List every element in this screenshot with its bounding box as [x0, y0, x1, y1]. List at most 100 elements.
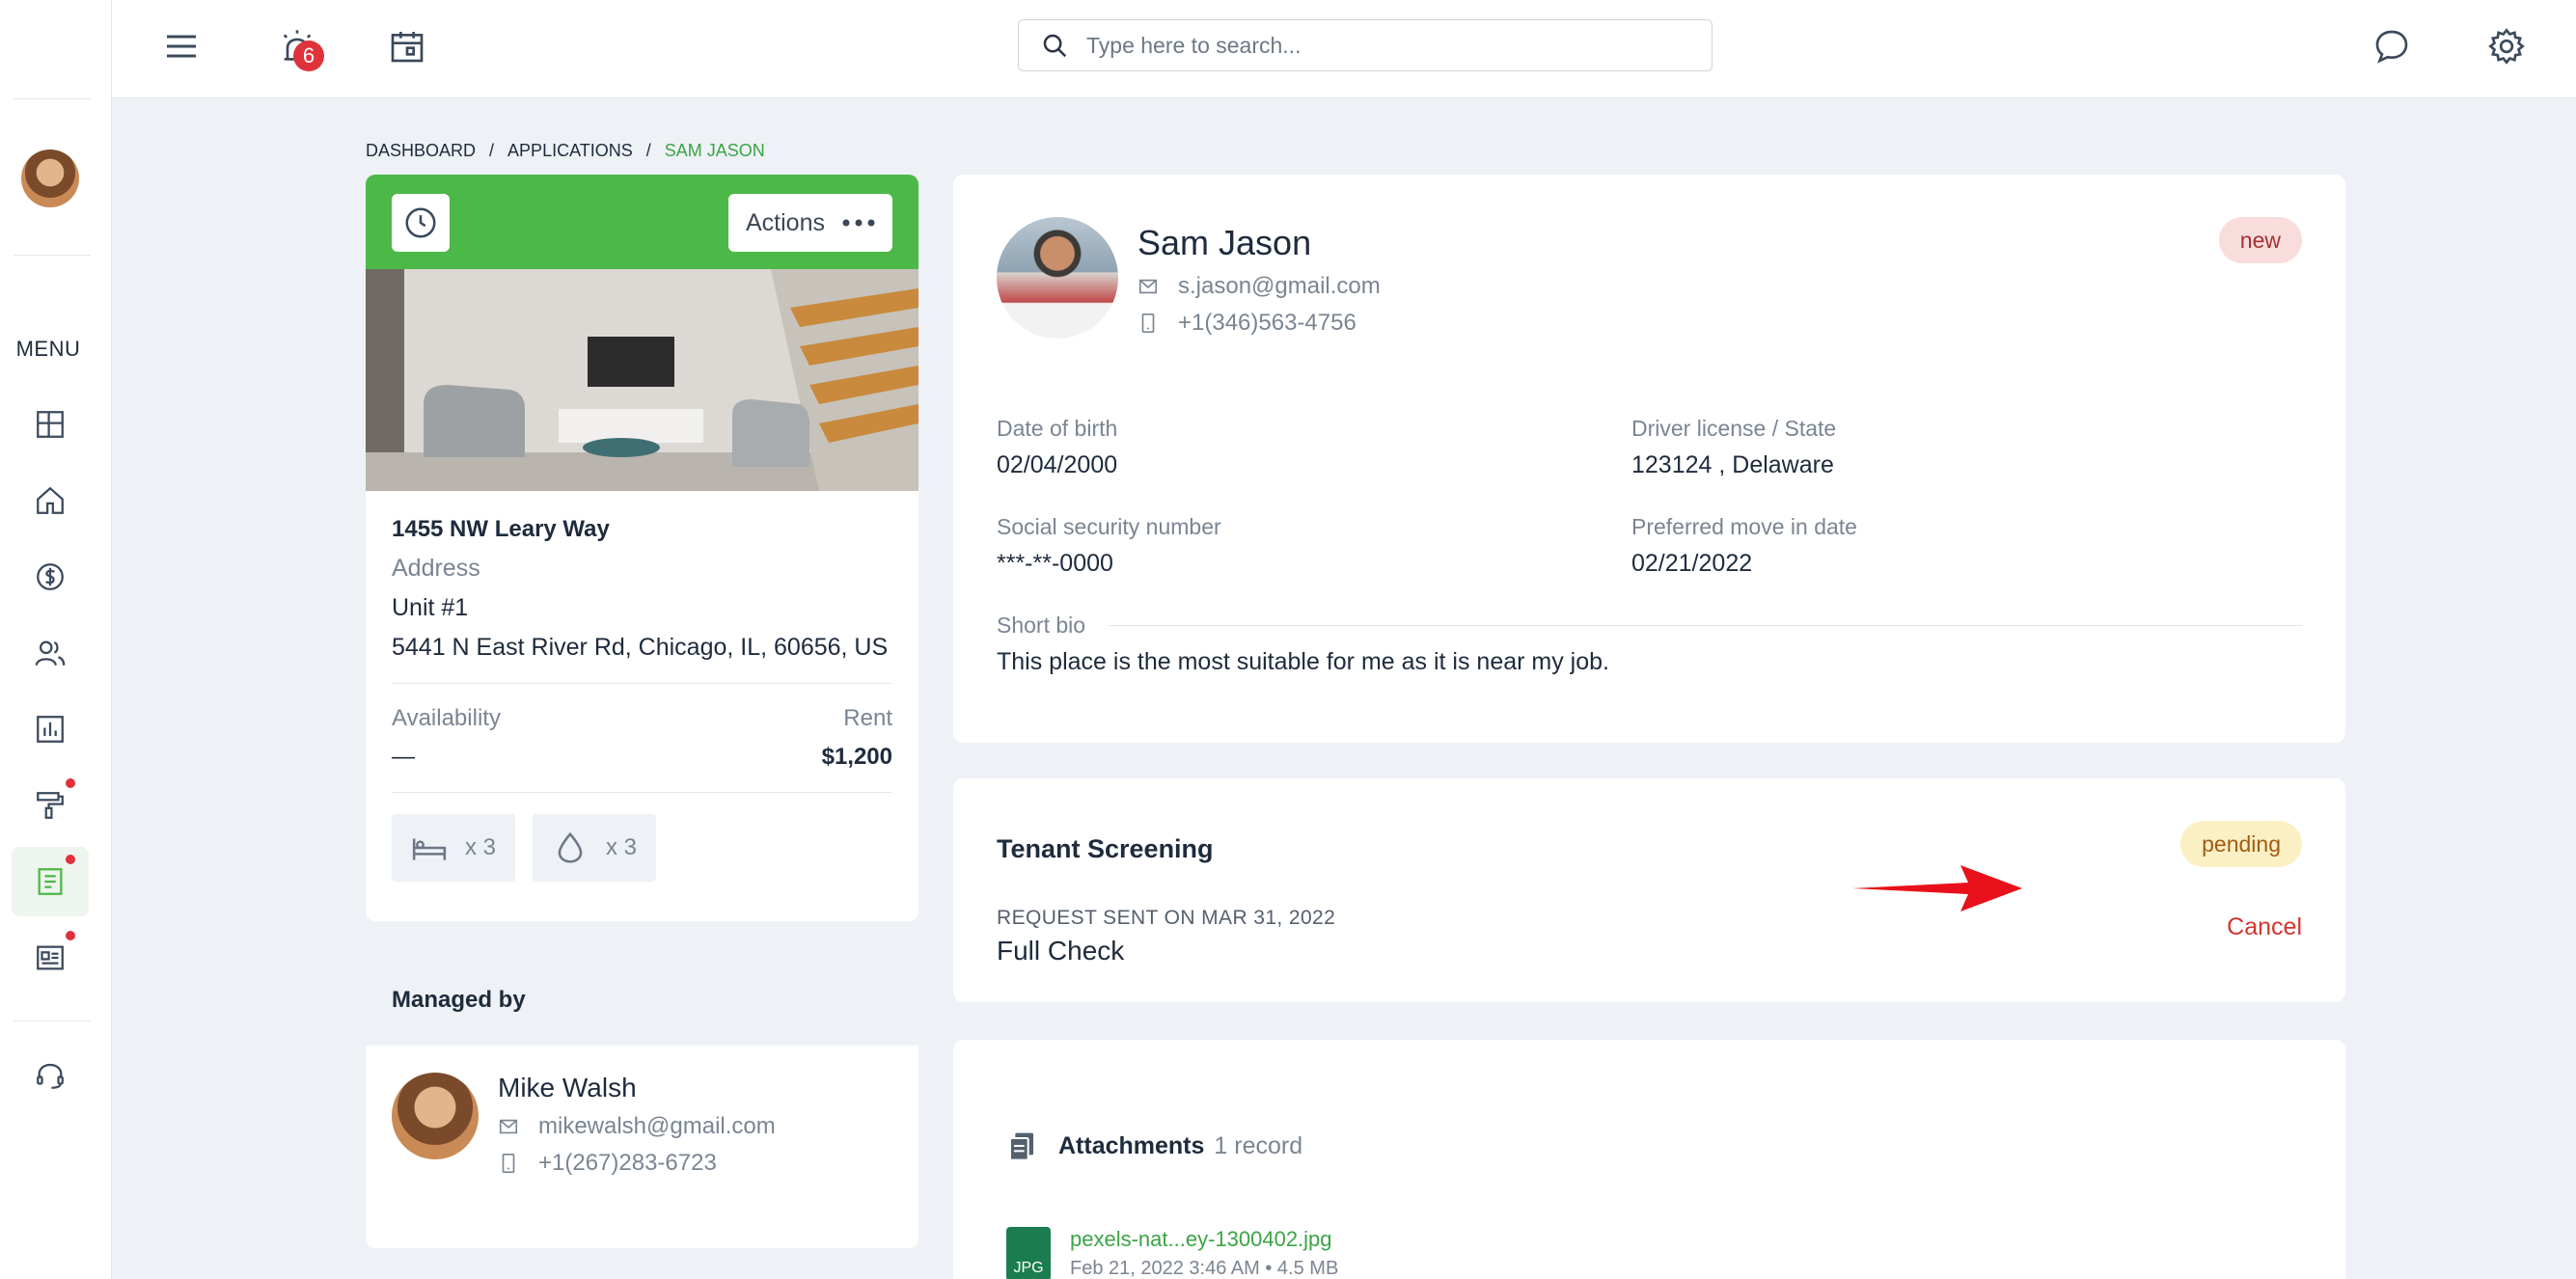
applicant-photo: [997, 217, 1118, 339]
bedrooms-chip: x 3: [392, 814, 516, 882]
manager-email[interactable]: mikewalsh@gmail.com: [498, 1113, 776, 1140]
notification-dot: [66, 778, 75, 788]
settings-button[interactable]: [2480, 19, 2534, 73]
chart-icon: [37, 716, 64, 743]
amenity-chips: x 3 x 3: [392, 814, 892, 882]
attachments-card: Attachments 1 record JPG pexels-nat...ey…: [953, 1040, 2345, 1279]
applicant-email[interactable]: s.jason@gmail.com: [1137, 273, 1381, 300]
breadcrumb-applications[interactable]: APPLICATIONS: [507, 141, 633, 161]
rent-label: Rent: [843, 705, 892, 731]
users-icon: [35, 640, 66, 667]
screening-title: Tenant Screening: [997, 834, 1214, 863]
unit-number: Unit #1: [392, 594, 469, 621]
attachment-file-name[interactable]: pexels-nat...ey-1300402.jpg: [1070, 1227, 1338, 1252]
sidebar-divider: [14, 255, 91, 256]
sidebar-item-payments[interactable]: [12, 542, 89, 612]
search-input[interactable]: [1086, 32, 1665, 59]
sidebar-item-dashboard[interactable]: [12, 390, 89, 459]
request-sent-date: REQUEST SENT ON MAR 31, 2022: [997, 907, 1336, 929]
user-avatar[interactable]: [21, 150, 79, 207]
actions-label: Actions: [746, 208, 825, 236]
manager-phone[interactable]: +1(267)283-6723: [498, 1150, 776, 1177]
breadcrumb-dashboard[interactable]: DASHBOARD: [366, 141, 476, 161]
address-label: Address: [392, 555, 480, 582]
mail-icon: [1138, 279, 1158, 294]
calendar-icon: [391, 32, 424, 63]
sidebar-item-people[interactable]: [12, 618, 89, 688]
managed-by-card: Managed by Mike Walsh mikewalsh@gmail.co…: [366, 955, 918, 1248]
phone-icon: [502, 1154, 515, 1173]
bed-icon: [412, 838, 447, 860]
red-arrow-annotation: [1852, 865, 2022, 912]
water-drop-icon: [558, 831, 583, 863]
property-photo: [366, 269, 918, 491]
divider: [1109, 625, 2302, 626]
menu-label: MENU: [15, 337, 81, 361]
applicant-phone[interactable]: +1(346)563-4756: [1137, 310, 1381, 337]
hamburger-menu-button[interactable]: [154, 19, 208, 73]
sidebar-item-listings[interactable]: [12, 923, 89, 993]
notification-dot: [66, 855, 75, 864]
search-icon: [1043, 34, 1067, 58]
dob-label: Date of birth: [997, 416, 1118, 441]
managed-by-heading: Managed by: [366, 955, 918, 1046]
sidebar-item-applications[interactable]: [12, 847, 89, 916]
clock-icon: [405, 207, 436, 238]
history-button[interactable]: [392, 194, 450, 252]
license-value: 123124 , Delaware: [1631, 451, 1834, 478]
property-card-header: Actions: [366, 175, 918, 269]
attachments-header: Attachments 1 record: [1006, 1130, 2292, 1161]
documents-icon: [1009, 1132, 1033, 1161]
dob-value: 02/04/2000: [997, 451, 1118, 478]
property-card: Actions 1455 NW Leary Way Address Unit #…: [366, 175, 918, 921]
search-bar[interactable]: [1018, 19, 1713, 71]
tenant-screening-card: Tenant Screening pending REQUEST SENT ON…: [953, 778, 2345, 1002]
availability-label: Availability: [392, 705, 501, 731]
mail-icon: [499, 1119, 518, 1134]
sidebar-divider: [14, 1020, 91, 1021]
breadcrumb-current: SAM JASON: [664, 141, 765, 160]
manager-phone-text: +1(267)283-6723: [538, 1150, 717, 1176]
newspaper-icon: [37, 945, 64, 970]
check-type: Full Check: [997, 936, 1125, 966]
license-label: Driver license / State: [1631, 416, 1837, 441]
breadcrumb-separator: /: [645, 141, 651, 160]
availability-rent-row: Availability — Rent $1,200: [392, 705, 892, 771]
attachment-file-meta: Feb 21, 2022 3:46 AM • 4.5 MB: [1070, 1258, 1339, 1279]
headset-icon: [37, 1063, 64, 1089]
move-in-value: 02/21/2022: [1631, 550, 1753, 577]
sidebar-divider: [14, 98, 91, 99]
cancel-screening-link[interactable]: Cancel: [2227, 913, 2302, 941]
availability-value: —: [392, 744, 415, 770]
breadcrumb-separator: /: [489, 141, 495, 160]
home-icon: [37, 486, 64, 514]
breadcrumb: DASHBOARD / APPLICATIONS / SAM JASON: [366, 141, 765, 161]
divider: [392, 683, 892, 684]
bathrooms-count: x 3: [606, 834, 638, 860]
notifications-button[interactable]: 6: [270, 19, 324, 73]
applicant-email-text: s.jason@gmail.com: [1178, 273, 1381, 299]
living-room-illustration: [366, 269, 918, 491]
chat-bubble-icon: [2375, 30, 2408, 64]
attachment-item[interactable]: JPG pexels-nat...ey-1300402.jpg Feb 21, …: [1006, 1227, 2292, 1279]
property-details: 1455 NW Leary Way Address Unit #1 5441 N…: [366, 491, 918, 882]
messages-button[interactable]: [2365, 19, 2419, 73]
divider: [392, 792, 892, 793]
calendar-button[interactable]: [380, 19, 434, 73]
sidebar-item-reports[interactable]: [12, 694, 89, 764]
ssn-value: ***-**-0000: [997, 550, 1113, 577]
sidebar-item-maintenance[interactable]: [12, 771, 89, 840]
sidebar-item-properties[interactable]: [12, 466, 89, 535]
more-dots-icon: [842, 219, 875, 227]
hamburger-icon: [167, 35, 196, 58]
jpg-file-icon: JPG: [1006, 1227, 1051, 1279]
attachments-title: Attachments: [1058, 1131, 1205, 1159]
sidebar: MENU: [0, 0, 112, 1279]
bedrooms-count: x 3: [465, 834, 497, 860]
dollar-icon: [37, 563, 64, 590]
manager-name: Mike Walsh: [498, 1073, 637, 1102]
notification-badge: 6: [293, 41, 324, 71]
property-title: 1455 NW Leary Way: [392, 516, 610, 542]
sidebar-item-support[interactable]: [12, 1041, 89, 1110]
actions-button[interactable]: Actions: [728, 194, 892, 252]
